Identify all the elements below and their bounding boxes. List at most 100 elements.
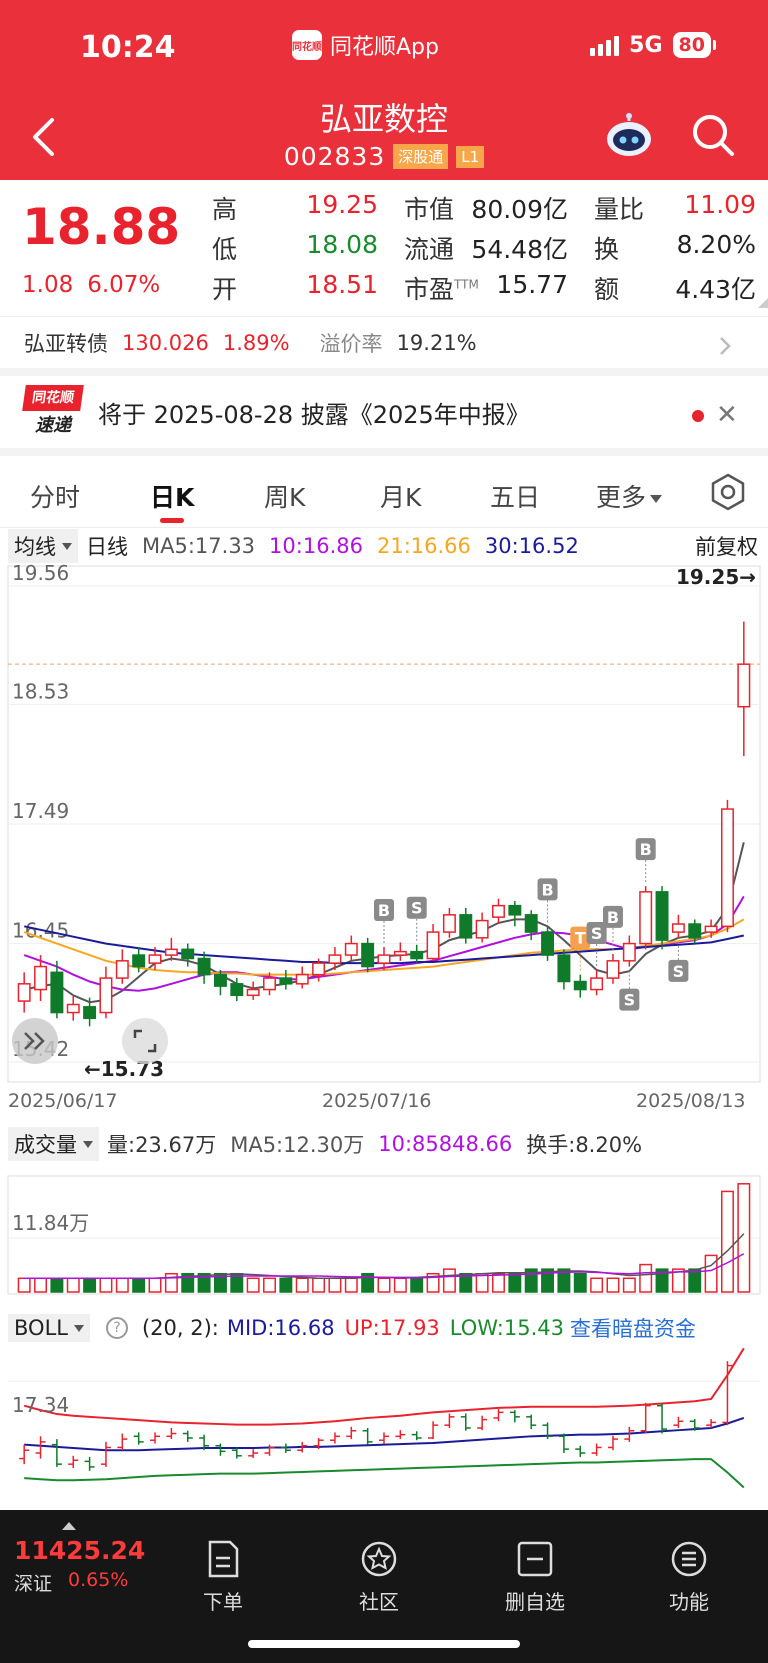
boll-select-button[interactable]: BOLL — [8, 1314, 90, 1342]
convertible-bond-row[interactable]: 弘亚转债 130.026 1.89% 溢价率 19.21% — [0, 316, 768, 376]
candle-body — [508, 904, 522, 916]
signal-label: S — [673, 962, 685, 981]
caret-down-icon — [73, 1324, 84, 1332]
tab-five-day[interactable]: 五日 — [490, 478, 540, 514]
search-button[interactable] — [690, 112, 736, 158]
boll-mid: MID:16.68 — [226, 1316, 335, 1340]
amount-value: 4.43亿 — [675, 275, 756, 304]
candle-body — [393, 950, 407, 956]
tab-intraday[interactable]: 分时 — [30, 478, 80, 514]
candle-body — [361, 942, 375, 968]
ohlc-bar — [395, 1430, 406, 1440]
ohlc-bar — [100, 1441, 111, 1467]
nav-community[interactable]: 社区 — [324, 1540, 434, 1615]
ohlc-bar — [591, 1443, 602, 1456]
candle-body — [213, 973, 227, 987]
candle — [541, 926, 555, 961]
caret-up-icon[interactable] — [62, 1522, 76, 1530]
volume-indicator-bar: 成交量 量:23.67万 MA5:12.30万 10:85848.66 换手:8… — [0, 1126, 768, 1162]
candle — [655, 886, 669, 950]
price-change: 1.08 6.07% — [22, 272, 160, 298]
volume-bar — [17, 1277, 31, 1293]
ohlc-bar — [346, 1426, 357, 1440]
nav-functions[interactable]: 功能 — [634, 1540, 744, 1615]
news-badge-icon: 同花顺 速递 — [22, 385, 84, 439]
candle-body — [524, 914, 538, 933]
nav-order-label: 下单 — [203, 1590, 243, 1614]
candle-body — [573, 980, 587, 991]
volume-bar — [508, 1272, 522, 1293]
mktcap-value: 80.09亿 — [471, 195, 568, 224]
tab-more[interactable]: 更多 — [596, 478, 663, 514]
tab-daily-k[interactable]: 日K — [150, 478, 194, 514]
status-time: 10:24 — [80, 30, 176, 65]
signal-label: S — [411, 899, 423, 918]
candle — [737, 621, 751, 757]
candle — [475, 912, 489, 943]
volume-bar — [148, 1277, 162, 1293]
candle-body — [459, 914, 473, 939]
close-icon[interactable]: ✕ — [716, 400, 738, 430]
volume-bar — [263, 1277, 276, 1293]
candle-body — [671, 923, 685, 933]
candle-body — [704, 925, 718, 933]
boll-lines — [23, 1347, 745, 1489]
settings-hexagon-icon[interactable] — [708, 472, 748, 512]
volume-bar — [279, 1277, 293, 1293]
nav-order[interactable]: 下单 — [168, 1540, 278, 1615]
home-indicator[interactable] — [248, 1640, 520, 1648]
tab-monthly-k[interactable]: 月K — [380, 478, 421, 514]
date-tick-end: 2025/08/13 — [636, 1090, 746, 1112]
volume-bar — [344, 1277, 358, 1293]
tab-weekly-k[interactable]: 周K — [264, 478, 305, 514]
volume-value: 量:23.67万 — [107, 1133, 217, 1157]
ohlc-bar — [640, 1402, 651, 1434]
boll-indicator-bar: BOLL ? (20, 2): MID:16.68 UP:17.93 LOW:1… — [0, 1310, 768, 1346]
ohlc-bar — [657, 1402, 668, 1434]
index-sub: 深证 0.65% — [14, 1569, 145, 1596]
volume-bar — [83, 1277, 97, 1293]
change-percent: 6.07% — [87, 272, 161, 298]
community-icon — [361, 1541, 397, 1577]
bottom-nav: 11425.24 深证 0.65% 下单 社区 删自选 功能 — [0, 1510, 768, 1663]
ohlc-bar — [19, 1444, 30, 1465]
candle-body — [639, 891, 653, 945]
nav-remove-watchlist[interactable]: 删自选 — [480, 1540, 590, 1615]
signal-label: B — [541, 880, 553, 899]
candle — [639, 886, 653, 950]
dark-pool-link[interactable]: 查看暗盘资金 — [570, 1313, 696, 1343]
bond-price: 130.026 — [122, 330, 209, 355]
index-ticker[interactable]: 11425.24 深证 0.65% — [14, 1536, 145, 1596]
expand-corner-icon[interactable] — [758, 298, 768, 308]
date-tick-mid: 2025/07/16 — [322, 1090, 432, 1112]
ma-select-button[interactable]: 均线 — [8, 529, 78, 563]
volume-bar — [720, 1190, 734, 1293]
candle-body — [541, 931, 555, 956]
ohlc-bar — [477, 1415, 488, 1431]
change-amount: 1.08 — [22, 272, 74, 298]
index-name: 深证 — [14, 1573, 53, 1595]
double-chevron-icon — [24, 1032, 45, 1050]
signal-label: B — [378, 901, 390, 920]
app-logo-icon: 同花顺 — [292, 30, 322, 60]
kline-chart[interactable]: 19.5618.5317.4916.4515.42 BSBTSBSBS 19.2… — [0, 562, 768, 1086]
ohlc-bar — [509, 1410, 520, 1423]
signal-label: S — [624, 991, 636, 1010]
news-banner[interactable]: 同花顺 速递 将于 2025-08-28 披露《2025年中报》 ✕ — [0, 376, 768, 456]
help-icon[interactable]: ? — [105, 1317, 128, 1339]
ohlc-bar — [231, 1447, 242, 1459]
ohlc-bar — [68, 1455, 79, 1469]
adjust-mode[interactable]: 前复权 — [695, 531, 758, 561]
ohlc-bar — [84, 1456, 95, 1471]
ai-robot-icon[interactable] — [604, 112, 654, 158]
candle — [181, 943, 195, 967]
ohlc-bar — [51, 1439, 62, 1467]
battery-level: 80 — [672, 32, 711, 58]
volume-chart[interactable]: 11.84万 — [0, 1174, 768, 1296]
signal-marker: S — [586, 922, 607, 967]
boll-chart[interactable]: 17.34 — [0, 1346, 768, 1496]
volume-select-button[interactable]: 成交量 — [8, 1127, 99, 1161]
candle — [557, 949, 571, 990]
collapse-button[interactable] — [12, 1018, 58, 1064]
fullscreen-button[interactable] — [122, 1018, 168, 1064]
